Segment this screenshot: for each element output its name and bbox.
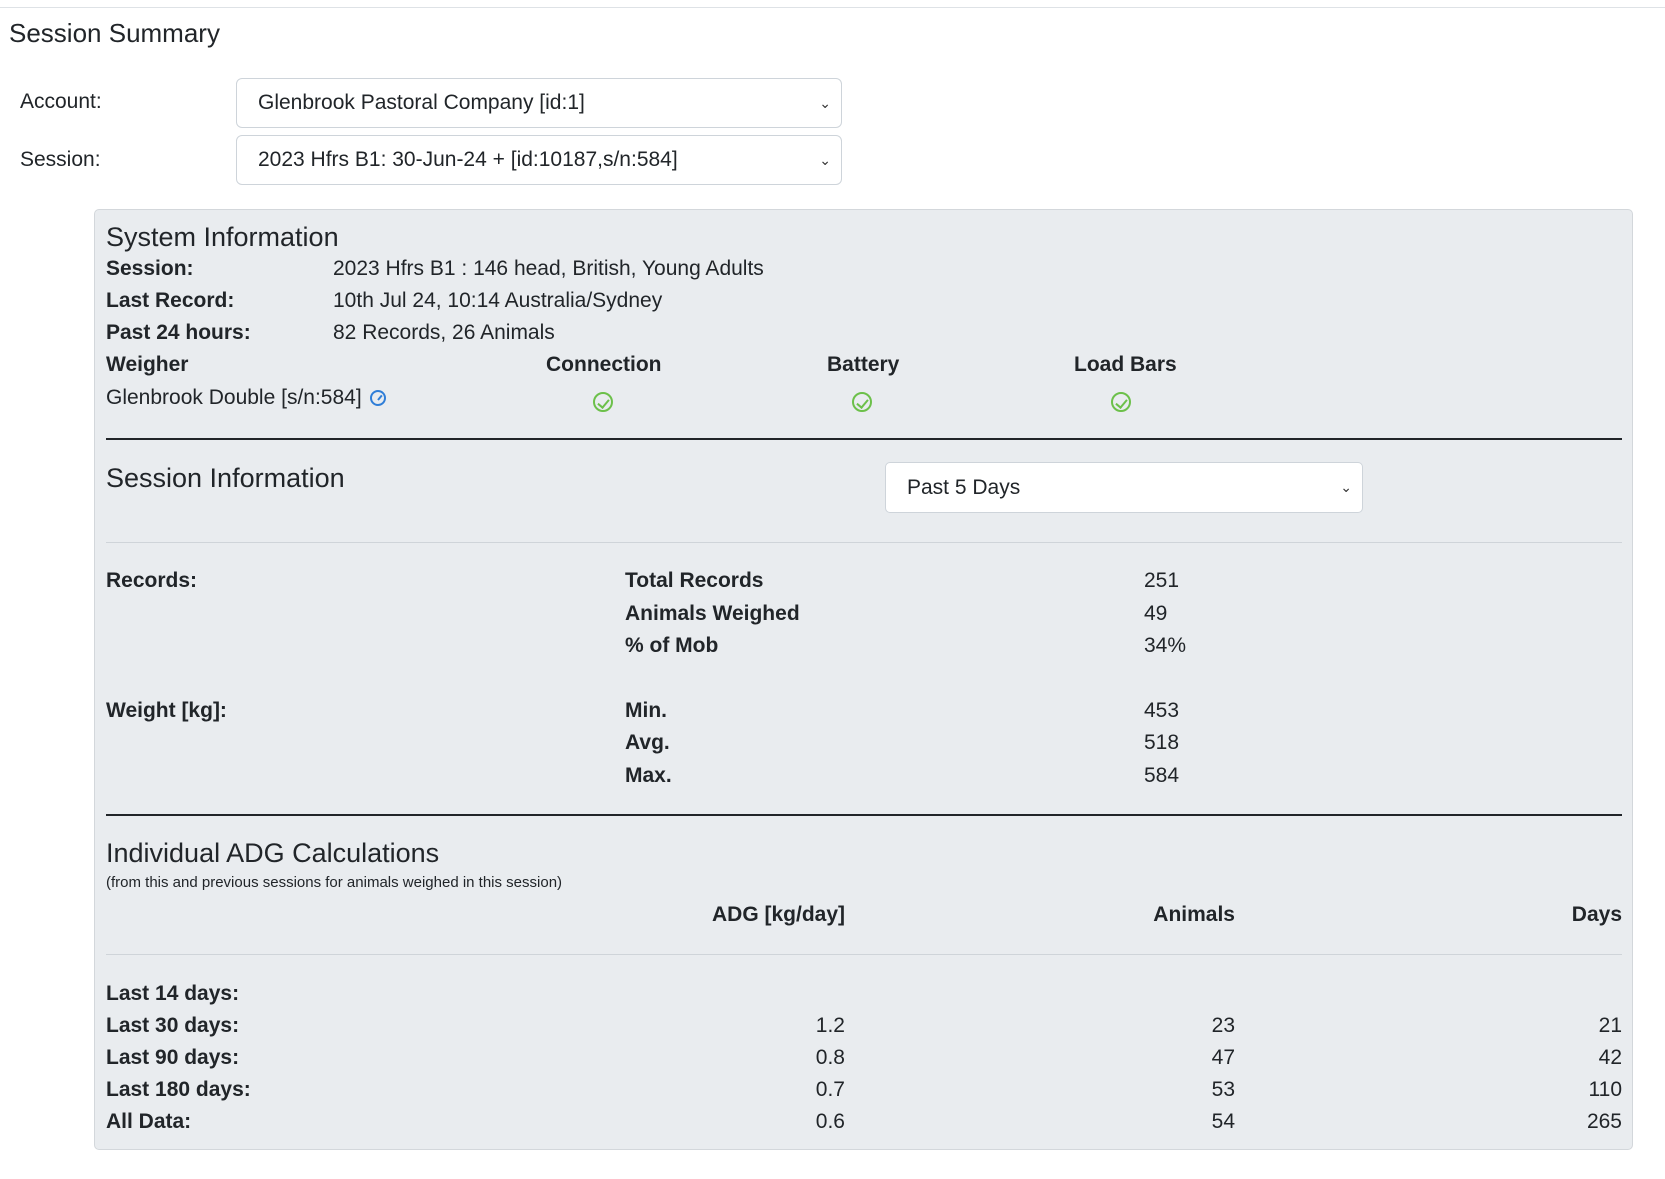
session-select-value: 2023 Hfrs B1: 30-Jun-24 + [id:10187,s/n:…	[258, 148, 678, 171]
page-title: Session Summary	[9, 18, 220, 48]
summary-panel: System Information Session: 2023 Hfrs B1…	[94, 209, 1633, 1150]
top-divider	[0, 7, 1665, 8]
pct-mob-label: % of Mob	[625, 634, 719, 657]
adg-row-days: 21	[1598, 1014, 1622, 1037]
table-divider	[106, 954, 1622, 955]
gauge-icon[interactable]	[369, 390, 386, 406]
section-divider	[106, 542, 1622, 543]
adg-row-days: 42	[1598, 1046, 1622, 1069]
animals-column-header: Animals	[1153, 903, 1235, 926]
period-select-value: Past 5 Days	[907, 476, 1021, 499]
min-label: Min.	[625, 699, 667, 722]
adg-row-animals: 23	[1211, 1014, 1235, 1037]
connection-check-icon	[593, 392, 613, 412]
adg-title: Individual ADG Calculations	[106, 838, 440, 868]
days-column-header: Days	[1571, 903, 1622, 926]
last-record-label: Last Record:	[106, 289, 235, 312]
session-select[interactable]: 2023 Hfrs B1: 30-Jun-24 + [id:10187,s/n:…	[236, 135, 842, 185]
adg-row-adg: 0.6	[815, 1110, 845, 1133]
avg-label: Avg.	[625, 731, 670, 754]
account-select[interactable]: Glenbrook Pastoral Company [id:1] ⌄	[236, 78, 842, 128]
min-value: 453	[1144, 699, 1180, 722]
adg-row-label: Last 90 days:	[106, 1046, 240, 1069]
period-select[interactable]: Past 5 Days ⌄	[885, 462, 1363, 513]
account-select-value: Glenbrook Pastoral Company [id:1]	[258, 91, 585, 114]
records-label: Records:	[106, 569, 198, 592]
battery-header: Battery	[827, 353, 900, 376]
animals-weighed-value: 49	[1144, 602, 1168, 625]
adg-row-days: 265	[1586, 1110, 1622, 1133]
account-label: Account:	[20, 90, 102, 113]
connection-header: Connection	[546, 353, 662, 376]
adg-subtitle: (from this and previous sessions for ani…	[106, 874, 563, 891]
system-session-value: 2023 Hfrs B1 : 146 head, British, Young …	[333, 257, 764, 280]
adg-row-label: Last 14 days:	[106, 982, 240, 1005]
past-24-hours-label: Past 24 hours:	[106, 321, 251, 344]
section-divider	[106, 814, 1622, 816]
max-label: Max.	[625, 764, 672, 787]
weight-label: Weight [kg]:	[106, 699, 227, 722]
session-label: Session:	[20, 148, 101, 171]
past-24-hours-value: 82 Records, 26 Animals	[333, 321, 555, 344]
animals-weighed-label: Animals Weighed	[625, 602, 800, 625]
weigher-header: Weigher	[106, 353, 189, 376]
adg-row-days: 110	[1588, 1078, 1622, 1101]
weigher-cell: Glenbrook Double [s/n:584]	[106, 386, 386, 410]
load-bars-check-icon	[1111, 392, 1131, 412]
adg-row-label: All Data:	[106, 1110, 192, 1133]
chevron-down-icon: ⌄	[819, 152, 831, 168]
system-info-title: System Information	[106, 222, 339, 252]
adg-row-adg: 0.7	[815, 1078, 845, 1101]
adg-row-adg: 0.8	[815, 1046, 845, 1069]
adg-row-adg: 1.2	[815, 1014, 845, 1037]
adg-row-animals: 54	[1211, 1110, 1235, 1133]
max-value: 584	[1144, 764, 1180, 787]
battery-check-icon	[852, 392, 872, 412]
weigher-value: Glenbrook Double [s/n:584]	[106, 386, 362, 409]
chevron-down-icon: ⌄	[819, 95, 831, 111]
pct-mob-value: 34%	[1144, 634, 1187, 657]
system-session-label: Session:	[106, 257, 194, 280]
adg-row-label: Last 180 days:	[106, 1078, 251, 1101]
total-records-value: 251	[1144, 569, 1180, 592]
avg-value: 518	[1144, 731, 1180, 754]
adg-row-animals: 47	[1211, 1046, 1235, 1069]
last-record-value: 10th Jul 24, 10:14 Australia/Sydney	[333, 289, 663, 312]
session-info-title: Session Information	[106, 463, 345, 493]
section-divider	[106, 438, 1622, 440]
adg-row-label: Last 30 days:	[106, 1014, 240, 1037]
adg-row-animals: 53	[1211, 1078, 1235, 1101]
total-records-label: Total Records	[625, 569, 764, 592]
load-bars-header: Load Bars	[1074, 353, 1177, 376]
adg-column-header: ADG [kg/day]	[711, 903, 845, 926]
chevron-down-icon: ⌄	[1340, 479, 1352, 495]
